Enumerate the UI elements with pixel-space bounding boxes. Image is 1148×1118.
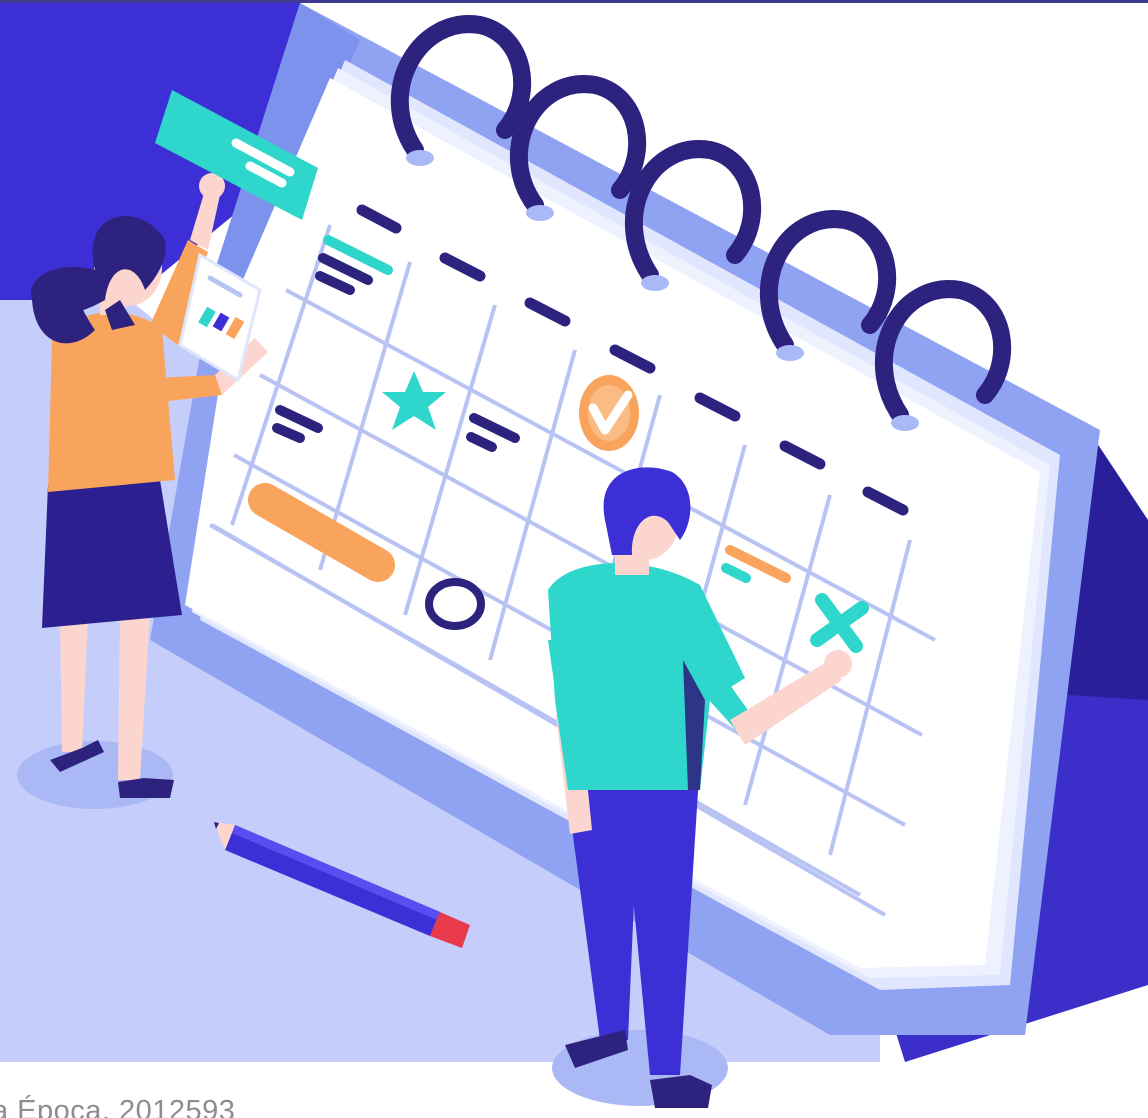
image-credit-caption: a Época, 2012593 [0,1095,236,1118]
calendar-illustration [0,0,1148,1108]
top-border [0,0,1148,3]
check-badge-icon [579,375,639,451]
illustration-canvas: a Época, 2012593 [0,0,1148,1118]
